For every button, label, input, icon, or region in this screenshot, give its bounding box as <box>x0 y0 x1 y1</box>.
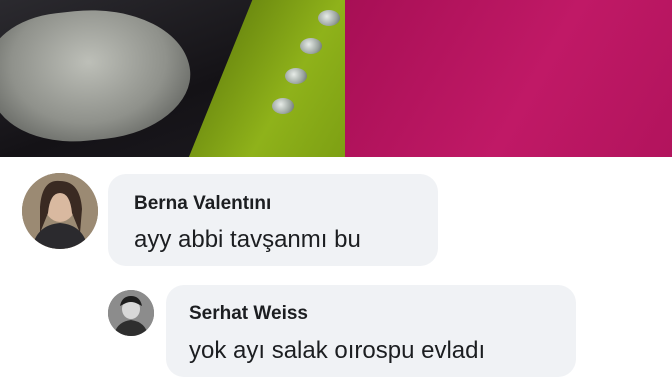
comment-author[interactable]: Serhat Weiss <box>189 303 308 325</box>
avatar[interactable] <box>22 173 98 249</box>
photo-bead <box>300 38 322 54</box>
comment-text: yok ayı salak oırospu evladı <box>189 337 486 364</box>
photo-bead <box>285 68 307 84</box>
post-photo[interactable] <box>0 0 672 157</box>
photo-bead <box>272 98 294 114</box>
comment-text: ayy abbi tavşanmı bu <box>134 226 361 253</box>
user-avatar-icon <box>22 173 98 249</box>
photo-pink-fabric <box>345 0 672 157</box>
photo-bead <box>318 10 340 26</box>
comment-author[interactable]: Berna Valentını <box>134 193 271 215</box>
user-avatar-icon <box>108 290 154 336</box>
avatar[interactable] <box>108 290 154 336</box>
